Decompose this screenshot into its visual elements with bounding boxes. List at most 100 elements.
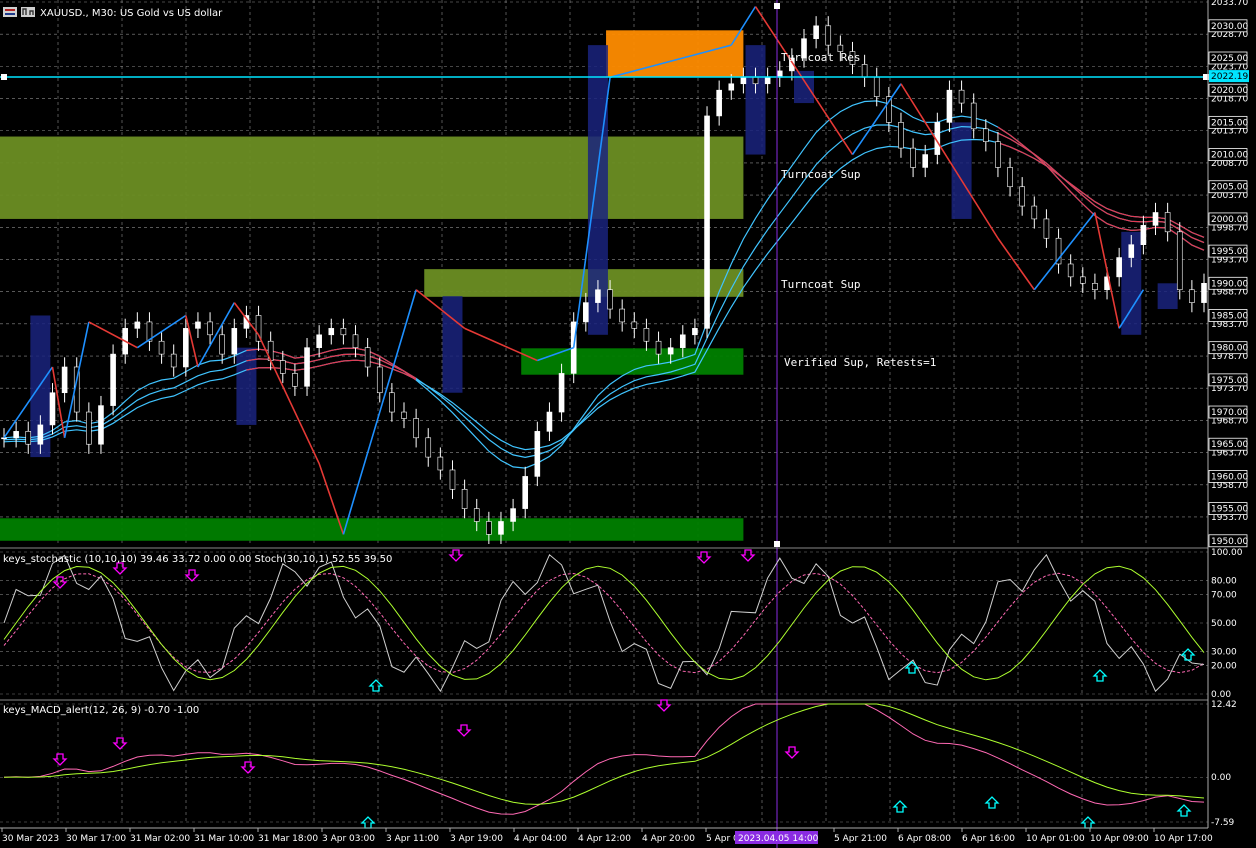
candle-body: [170, 353, 177, 368]
candle-body: [376, 366, 383, 394]
candle-body: [716, 89, 722, 117]
price-level-label: 1950.00: [1211, 537, 1248, 547]
price-level-label: 1990.00: [1211, 279, 1248, 289]
candle-body: [1031, 205, 1038, 220]
candle-body: [207, 321, 213, 336]
candle-body: [110, 353, 116, 406]
candle-body: [49, 392, 56, 426]
stoch-tick-label: 70.00: [1211, 591, 1237, 601]
candle-body: [643, 328, 650, 342]
candle-body: [461, 488, 468, 509]
candle-body: [486, 521, 492, 535]
time-tick-label: 3 Apr 19:00: [450, 834, 503, 844]
candle-body: [510, 508, 516, 522]
stoch-tick-label: 100.00: [1211, 548, 1243, 558]
candle-body: [1176, 231, 1183, 291]
vline-handle-top[interactable]: [774, 3, 780, 9]
candle-body: [279, 360, 286, 374]
candle-body: [61, 366, 68, 394]
candle-body: [413, 418, 419, 439]
zone-handle[interactable]: [774, 541, 778, 545]
chart-menu-icon[interactable]: [3, 7, 17, 17]
candle-body: [352, 334, 359, 348]
zone-label-sup3: Verified Sup, Retests=1: [784, 356, 936, 369]
candle-body: [183, 328, 189, 368]
candle-body: [389, 392, 395, 413]
candle-body: [522, 476, 529, 509]
candle-body: [37, 424, 44, 445]
zone-label-sup1: Turncoat Sup: [781, 168, 860, 181]
stoch-tick-label: 30.00: [1211, 647, 1237, 657]
candle-body: [158, 340, 165, 355]
candle-body: [1079, 276, 1086, 284]
cursor-time-label: 2023.04.05 14:00: [738, 834, 819, 844]
price-level-label: 2010.00: [1211, 151, 1248, 161]
time-tick-label: 31 Mar 02:00: [130, 834, 190, 844]
candle-body: [401, 411, 407, 419]
hline-handle-left[interactable]: [1, 74, 7, 80]
candle-body: [764, 77, 771, 85]
candle-body: [910, 147, 916, 168]
candle-body: [219, 334, 225, 355]
candle-body: [983, 128, 989, 142]
candle-body: [1007, 167, 1013, 188]
candle-body: [1067, 263, 1074, 278]
price-level-label: 1975.00: [1211, 376, 1248, 386]
macd-title: keys_MACD_alert(12, 26, 9) -0.70 -1.00: [3, 705, 199, 716]
candle-body: [861, 64, 868, 78]
price-level-label: 2020.00: [1211, 86, 1248, 96]
zone-rect: [0, 136, 744, 219]
candle-body: [449, 469, 456, 490]
candle-body: [970, 102, 977, 130]
order-block: [794, 70, 814, 104]
order-block: [1157, 283, 1178, 310]
candle-body: [98, 405, 104, 445]
macd-tick-label: 0.00: [1211, 773, 1231, 783]
order-block: [745, 45, 766, 155]
zone-label-sup2: Turncoat Sup: [781, 278, 860, 291]
candle-body: [1189, 289, 1195, 303]
candle-body: [619, 308, 625, 323]
candle-body: [1092, 282, 1098, 291]
time-tick-label: 3 Apr 03:00: [322, 834, 375, 844]
candle-body: [1128, 244, 1135, 258]
candle-body: [873, 77, 880, 97]
candle-body: [437, 456, 444, 471]
candle-body: [825, 25, 832, 46]
candle-body: [704, 115, 710, 329]
candle-body: [425, 437, 432, 458]
candle-body: [86, 411, 92, 445]
time-tick-label: 4 Apr 20:00: [642, 834, 695, 844]
time-tick-label: 5 Apr 21:00: [834, 834, 887, 844]
candle-body: [595, 289, 601, 303]
candle-body: [498, 521, 504, 535]
order-block: [442, 296, 463, 393]
candle-body: [813, 25, 819, 39]
price-level-label: 1965.00: [1211, 440, 1248, 450]
price-tick-label: 2033.70: [1211, 0, 1248, 8]
candle-body: [473, 508, 480, 522]
zone-label-res: Turncoat Res: [781, 51, 860, 64]
candle-body: [667, 347, 674, 355]
macd-tick-label: -7.59: [1211, 818, 1235, 828]
candle-body: [558, 373, 565, 413]
time-tick-label: 6 Apr 08:00: [898, 834, 951, 844]
candle-body: [922, 154, 929, 168]
time-tick-label: 10 Apr 09:00: [1090, 834, 1149, 844]
candle-body: [534, 431, 541, 477]
candle-body: [340, 328, 347, 336]
time-tick-label: 10 Apr 17:00: [1154, 834, 1213, 844]
trading-chart[interactable]: Turncoat Res Turncoat Sup Turncoat Sup V…: [0, 0, 1256, 848]
time-tick-label: 31 Mar 18:00: [258, 834, 318, 844]
candle-body: [1152, 212, 1159, 226]
candle-body: [752, 77, 759, 85]
price-level-label: 2030.00: [1211, 22, 1248, 32]
candle-body: [1140, 225, 1147, 245]
candle-body: [958, 89, 965, 104]
candle-body: [607, 289, 613, 310]
candle-body: [655, 340, 662, 355]
time-tick-label: 30 Mar 17:00: [66, 834, 126, 844]
stoch-tick-label: 0.00: [1211, 690, 1231, 700]
time-tick-label: 4 Apr 12:00: [578, 834, 631, 844]
price-level-label: 1970.00: [1211, 408, 1248, 418]
